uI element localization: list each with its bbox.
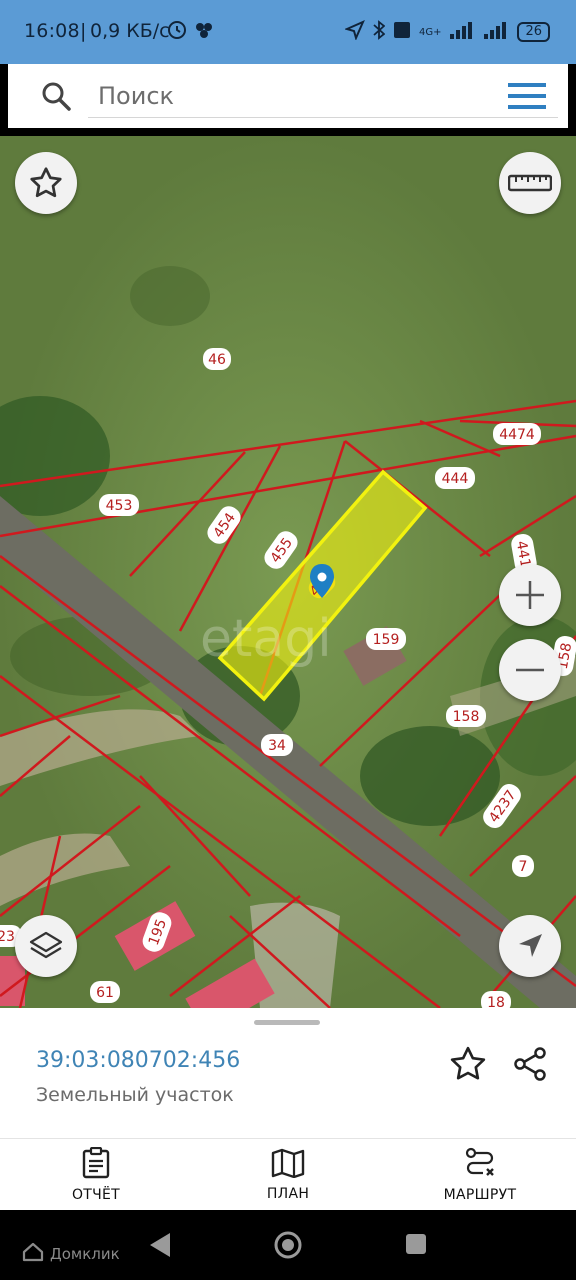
my-location-button[interactable] (499, 915, 561, 977)
share-icon[interactable] (510, 1044, 550, 1084)
tab-route[interactable]: МАРШРУТ (384, 1139, 576, 1211)
map-plan-icon (271, 1148, 305, 1182)
status-separator: | (80, 20, 87, 42)
tab-label: МАРШРУТ (443, 1187, 517, 1203)
brand-watermark: Домклик (22, 1242, 120, 1266)
network-type: 4G+ (418, 26, 442, 38)
home-logo-icon (22, 1242, 44, 1266)
plus-icon (512, 577, 548, 613)
route-icon (464, 1147, 496, 1183)
location-arrow-icon (344, 20, 365, 44)
bluetooth-icon (373, 20, 386, 44)
network-speed: 0,9 КБ/с (90, 20, 170, 42)
alarm-icon (166, 18, 188, 44)
sheet-drag-handle[interactable] (254, 1020, 320, 1025)
signal-icon-2 (483, 20, 509, 44)
search-icon[interactable] (40, 80, 72, 112)
layers-icon (28, 928, 64, 964)
volte-icon (393, 20, 411, 44)
ruler-button[interactable] (499, 152, 561, 214)
parcel-details-sheet[interactable]: 39:03:080702:456 Земельный участок (0, 1008, 576, 1138)
search-input[interactable] (88, 74, 558, 118)
home-icon[interactable] (273, 1230, 303, 1264)
system-nav-bar: Домклик (0, 1210, 576, 1280)
parcel-label: 4474 (499, 427, 535, 443)
zoom-out-button[interactable] (499, 639, 561, 701)
parcel-label: 444 (442, 471, 469, 487)
parcel-label: 61 (96, 985, 114, 1001)
watermark: etagi (200, 609, 332, 669)
parcel-label: 46 (208, 352, 226, 368)
zoom-in-button[interactable] (499, 564, 561, 626)
parcel-label: 159 (373, 632, 400, 648)
tab-label: ПЛАН (266, 1186, 310, 1202)
brand-name: Домклик (50, 1245, 120, 1263)
status-time: 16:08 (24, 20, 80, 42)
navigation-arrow-icon (515, 931, 545, 961)
status-bar: 16:08 | 0,9 КБ/с 4G+ 26 (0, 0, 576, 64)
parcel-label: 158 (453, 709, 480, 725)
report-icon (81, 1146, 111, 1183)
menu-icon[interactable] (508, 82, 546, 110)
satellite-map[interactable]: etagi 46 4474 444 453 454 455 159 158 15… (0, 136, 576, 1008)
bottom-tab-bar: ОТЧЁТ ПЛАН МАРШРУТ (0, 1138, 576, 1210)
back-icon[interactable] (148, 1232, 172, 1262)
search-bar (8, 64, 568, 128)
status-icons: 4G+ 26 (344, 20, 550, 44)
ruler-icon (508, 173, 552, 193)
parcel-label: 7 (519, 859, 528, 875)
signal-icon (449, 20, 475, 44)
app-notification-icon (194, 20, 214, 44)
favorite-map-button[interactable] (15, 152, 77, 214)
layers-button[interactable] (15, 915, 77, 977)
parcel-label: 18 (487, 995, 505, 1008)
tab-plan[interactable]: ПЛАН (192, 1139, 384, 1211)
parcel-type: Земельный участок (36, 1084, 234, 1106)
cadastral-number[interactable]: 39:03:080702:456 (36, 1048, 240, 1073)
parcel-label: 23 (0, 929, 15, 945)
parcel-label: 453 (106, 498, 133, 514)
map-canvas[interactable]: etagi 46 4474 444 453 454 455 159 158 15… (0, 136, 576, 1008)
tab-label: ОТЧЁТ (71, 1187, 121, 1203)
star-icon (28, 165, 64, 201)
battery-indicator: 26 (517, 22, 550, 42)
recents-icon[interactable] (404, 1232, 428, 1260)
favorite-icon[interactable] (448, 1044, 488, 1084)
tab-report[interactable]: ОТЧЁТ (0, 1139, 192, 1211)
parcel-label: 34 (268, 738, 286, 754)
minus-icon (512, 652, 548, 688)
